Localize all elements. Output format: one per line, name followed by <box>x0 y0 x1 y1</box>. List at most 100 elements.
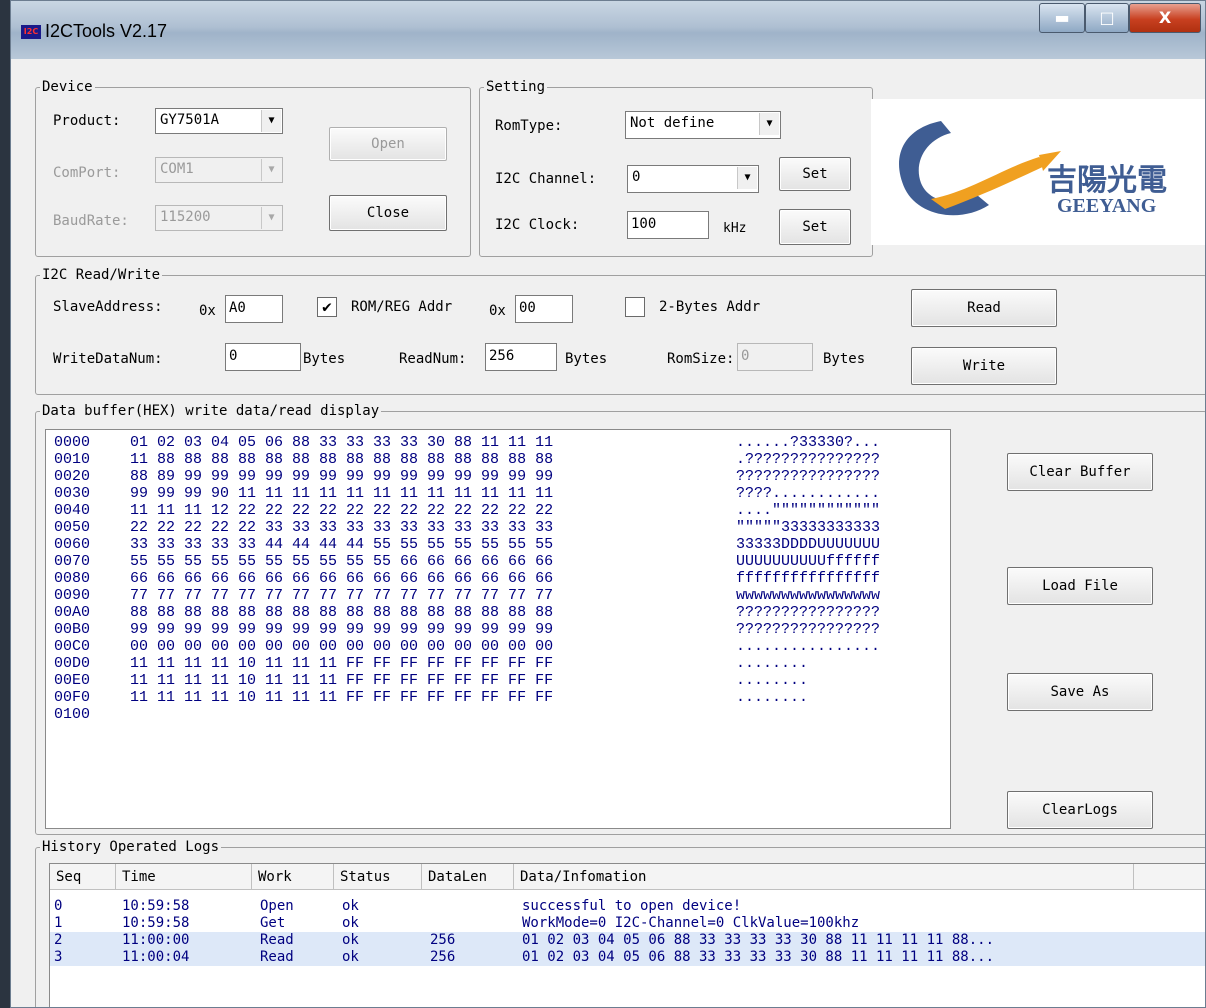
hex-bytes: 88 89 99 99 99 99 99 99 99 99 99 99 99 9… <box>130 468 554 485</box>
log-work: Get <box>260 915 286 931</box>
hex-address: 0070 <box>54 553 91 570</box>
channel-set-button[interactable]: Set <box>779 157 851 191</box>
hex-bytes: 22 22 22 22 22 33 33 33 33 33 33 33 33 3… <box>130 519 554 536</box>
clock-set-button[interactable]: Set <box>779 209 851 245</box>
romreg-address-input[interactable]: 00 <box>515 295 573 323</box>
col-status[interactable]: Status <box>334 864 422 890</box>
hex-address: 0100 <box>54 706 91 723</box>
hex-address: 00C0 <box>54 638 91 655</box>
romreg-checkbox[interactable]: ✔ <box>317 297 337 317</box>
device-legend: Device <box>42 79 93 95</box>
hex-display[interactable]: 0000 01 02 03 04 05 06 88 33 33 33 33 30 … <box>45 429 951 829</box>
hex-address: 0010 <box>54 451 91 468</box>
log-time: 10:59:58 <box>122 898 190 914</box>
minimize-button[interactable]: ▬ <box>1039 3 1085 33</box>
hex-bytes: 11 11 11 12 22 22 22 22 22 22 22 22 22 2… <box>130 502 554 519</box>
clear-logs-button[interactable]: ClearLogs <box>1007 791 1153 829</box>
hex-address: 00B0 <box>54 621 91 638</box>
log-time: 11:00:00 <box>122 932 190 948</box>
read-button[interactable]: Read <box>911 289 1057 327</box>
log-row[interactable]: 2 11:00:00 Read ok 256 01 02 03 04 05 06 88 3… <box>50 932 1205 949</box>
romtype-label: RomType: <box>495 118 563 134</box>
save-as-button[interactable]: Save As <box>1007 673 1153 711</box>
log-datalen: 256 <box>430 932 456 948</box>
hex-ascii: .??????????????? <box>736 451 881 468</box>
hex-ascii: ......?33330?... <box>736 434 881 451</box>
log-work: Read <box>260 949 294 965</box>
log-work: Open <box>260 898 294 914</box>
hex-bytes: 00 00 00 00 00 00 00 00 00 00 00 00 00 0… <box>130 638 554 655</box>
hex-ascii: ................ <box>736 638 881 655</box>
comport-select[interactable]: COM1 ▼ <box>155 157 283 183</box>
hex-bytes: 01 02 03 04 05 06 88 33 33 33 33 30 88 1… <box>130 434 554 451</box>
chevron-down-icon: ▼ <box>261 159 281 181</box>
rom-size-label: RomSize: <box>667 351 735 367</box>
hex-ascii: wwwwwwwwwwwwwwww <box>736 587 881 604</box>
window-title: I2CTools V2.17 <box>45 21 168 41</box>
product-value: GY7501A <box>160 112 220 128</box>
load-file-button[interactable]: Load File <box>1007 567 1153 605</box>
log-row[interactable]: 3 11:00:04 Read ok 256 01 02 03 04 05 06 88 3… <box>50 949 1205 966</box>
comport-value: COM1 <box>160 161 194 177</box>
col-time[interactable]: Time <box>116 864 252 890</box>
hex-bytes: 11 11 11 11 10 11 11 11 FF FF FF FF FF F… <box>130 689 554 706</box>
product-select[interactable]: GY7501A ▼ <box>155 108 283 134</box>
log-info: WorkMode=0 I2C-Channel=0 ClkValue=100khz <box>522 915 860 931</box>
hex-ascii: ........ <box>736 655 809 672</box>
close-window-button[interactable]: X <box>1129 3 1201 33</box>
hex-address: 0030 <box>54 485 91 502</box>
col-datalen[interactable]: DataLen <box>422 864 514 890</box>
write-data-num-label: WriteDataNum: <box>53 351 163 367</box>
hex-bytes: 55 55 55 55 55 55 55 55 55 55 66 66 66 6… <box>130 553 554 570</box>
chevron-down-icon: ▼ <box>261 110 281 132</box>
comport-label: ComPort: <box>53 165 121 181</box>
hex-address: 00D0 <box>54 655 91 672</box>
read-num-input[interactable]: 256 <box>485 343 557 371</box>
log-time: 10:59:58 <box>122 915 190 931</box>
hex-address: 00F0 <box>54 689 91 706</box>
title-bar[interactable]: I2C I2CTools V2.17 ▬ □ X <box>11 1 1205 59</box>
close-button[interactable]: Close <box>329 195 447 231</box>
hex-address: 00A0 <box>54 604 91 621</box>
slave-address-label: SlaveAddress: <box>53 299 163 315</box>
hex-address: 0060 <box>54 536 91 553</box>
i2c-read-write-legend: I2C Read/Write <box>42 267 161 283</box>
i2c-clock-input[interactable]: 100 <box>627 211 709 239</box>
hex-bytes: 77 77 77 77 77 77 77 77 77 77 77 77 77 7… <box>130 587 554 604</box>
write-data-num-input[interactable]: 0 <box>225 343 301 371</box>
log-seq: 3 <box>54 949 63 965</box>
hex-ascii: ???????????????? <box>736 604 881 621</box>
two-bytes-checkbox[interactable] <box>625 297 645 317</box>
chevron-down-icon: ▼ <box>737 167 757 189</box>
hex-bytes: 33 33 33 33 33 44 44 44 44 55 55 55 55 5… <box>130 536 554 553</box>
col-seq[interactable]: Seq <box>50 864 116 890</box>
hex-ascii: UUUUUUUUUUffffff <box>736 553 881 570</box>
checkmark-icon: ✔ <box>322 297 332 316</box>
clear-buffer-button[interactable]: Clear Buffer <box>1007 453 1153 491</box>
maximize-button[interactable]: □ <box>1085 3 1129 33</box>
log-datalen: 256 <box>430 949 456 965</box>
hex-ascii: ffffffffffffffff <box>736 570 881 587</box>
app-window: I2C I2CTools V2.17 ▬ □ X Device Product:… <box>10 0 1206 1008</box>
romreg-label: ROM/REG Addr <box>351 299 453 315</box>
setting-legend: Setting <box>486 79 546 95</box>
hex-ascii: ???????????????? <box>736 468 881 485</box>
log-row[interactable]: 0 10:59:58 Open ok successful to open device… <box>50 898 1205 915</box>
romtype-select[interactable]: Not define ▼ <box>625 111 781 139</box>
logs-table[interactable]: Seq Time Work Status DataLen Data/Infoma… <box>49 863 1205 1007</box>
hex-ascii: ........ <box>736 672 809 689</box>
read-num-label: ReadNum: <box>399 351 467 367</box>
log-row[interactable]: 1 10:59:58 Get ok WorkMode=0 I2C-Channel=0 C… <box>50 915 1205 932</box>
hex-bytes: 11 88 88 88 88 88 88 88 88 88 88 88 88 8… <box>130 451 554 468</box>
product-label: Product: <box>53 113 121 129</box>
col-data-information[interactable]: Data/Infomation <box>514 864 1134 890</box>
i2c-channel-select[interactable]: 0 ▼ <box>627 165 759 193</box>
logs-header: Seq Time Work Status DataLen Data/Infoma… <box>50 864 1205 890</box>
open-button[interactable]: Open <box>329 127 447 161</box>
col-work[interactable]: Work <box>252 864 334 890</box>
rom-size-input[interactable]: 0 <box>737 343 813 371</box>
baudrate-select[interactable]: 115200 ▼ <box>155 205 283 231</box>
slave-address-input[interactable]: A0 <box>225 295 283 323</box>
write-button[interactable]: Write <box>911 347 1057 385</box>
hex-bytes: 11 11 11 11 10 11 11 11 FF FF FF FF FF F… <box>130 672 554 689</box>
